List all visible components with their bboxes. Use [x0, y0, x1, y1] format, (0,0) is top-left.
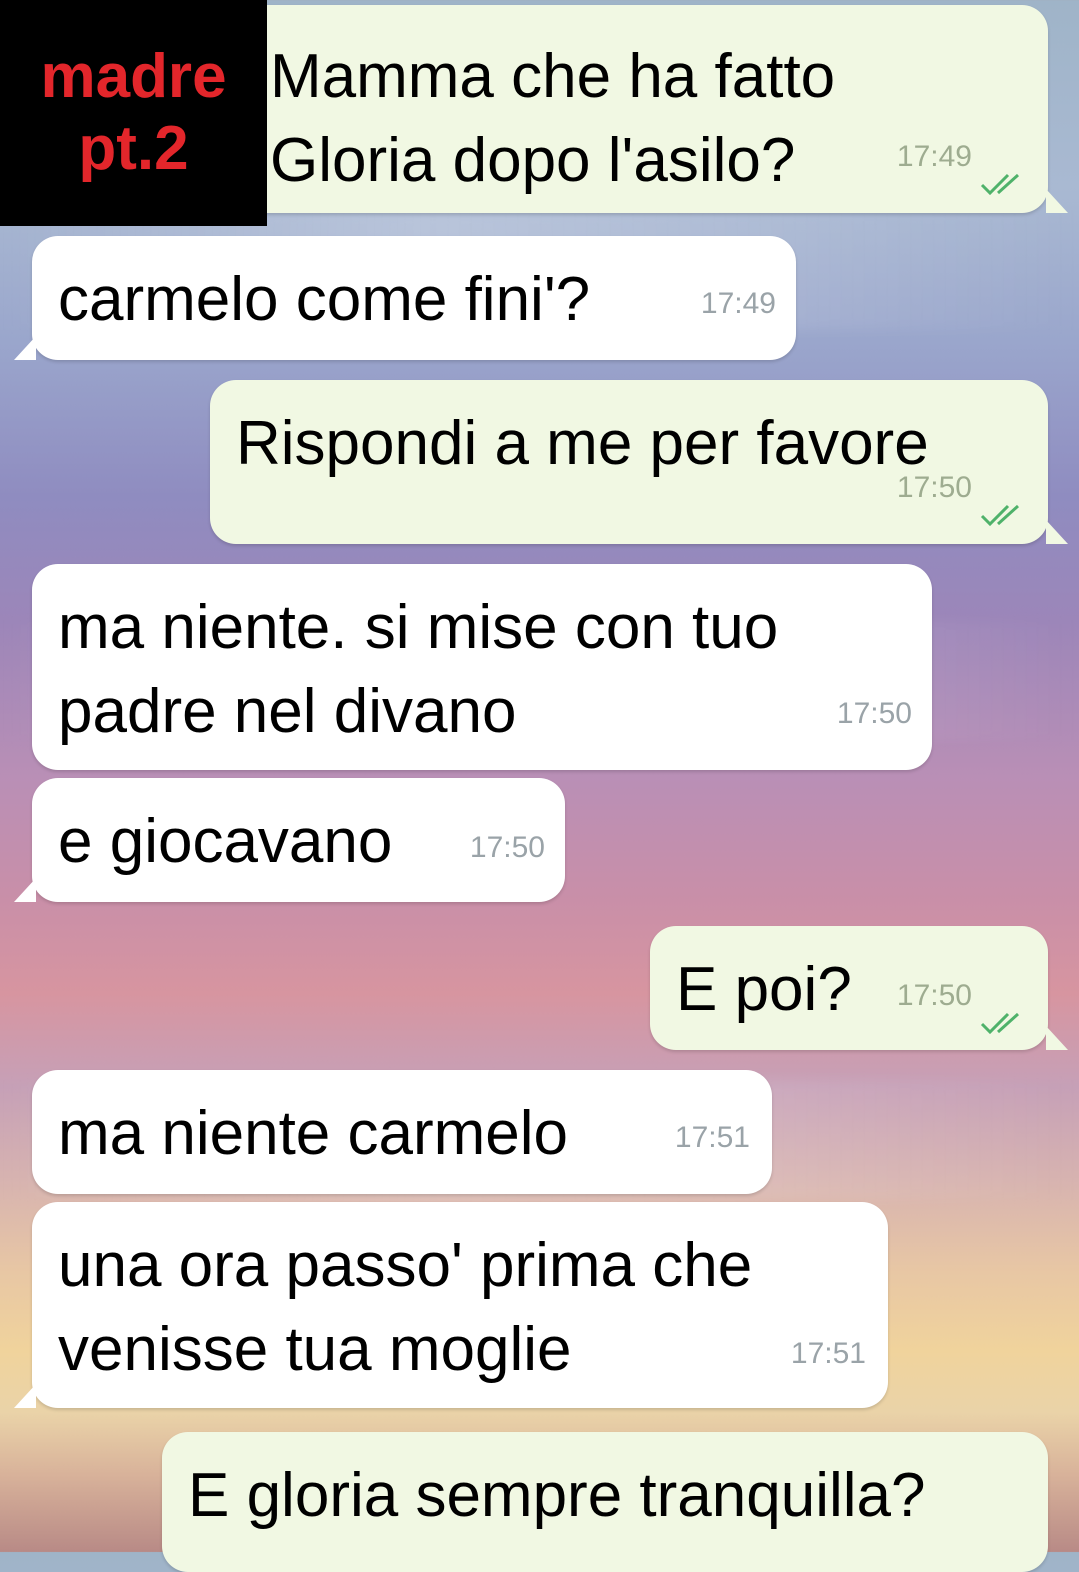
- overlay-label: madre pt.2: [0, 0, 267, 226]
- bubble-tail: [14, 1384, 36, 1408]
- overlay-label-line2: pt.2: [78, 114, 189, 183]
- message-text: ma niente carmelo: [58, 1099, 569, 1168]
- message-bubble-incoming[interactable]: e giocavano 17:50: [32, 778, 565, 902]
- message-text: E gloria sempre tranquilla?: [188, 1461, 926, 1530]
- bubble-tail: [1046, 189, 1068, 213]
- message-bubble-outgoing[interactable]: Mamma che ha fatto Gloria dopo l'asilo? …: [240, 5, 1048, 213]
- message-bubble-outgoing[interactable]: E poi? 17:50: [650, 926, 1048, 1050]
- message-timestamp: 17:51: [674, 1121, 750, 1154]
- bubble-tail: [1046, 520, 1068, 544]
- message-text: ma niente. si mise con tuo padre nel div…: [58, 593, 779, 746]
- message-bubble-outgoing[interactable]: Rispondi a me per favore 17:50: [210, 380, 1048, 544]
- bubble-tail: [14, 336, 36, 360]
- message-text: una ora passo' prima che venisse tua mog…: [58, 1231, 753, 1384]
- message-text: e giocavano: [58, 807, 393, 876]
- message-timestamp: 17:49: [700, 287, 776, 320]
- bubble-tail: [14, 878, 36, 902]
- overlay-label-line1: madre: [40, 42, 227, 111]
- message-timestamp: 17:49: [896, 140, 972, 173]
- message-text: carmelo come fini'?: [58, 265, 591, 334]
- message-timestamp: 17:50: [896, 979, 972, 1012]
- message-timestamp: 17:50: [469, 831, 545, 864]
- message-bubble-incoming[interactable]: ma niente. si mise con tuo padre nel div…: [32, 564, 932, 770]
- bubble-tail: [1046, 1026, 1068, 1050]
- message-timestamp: 17:50: [896, 471, 972, 504]
- message-timestamp: 17:51: [790, 1337, 866, 1370]
- read-receipt-icon: [980, 173, 1020, 196]
- message-timestamp: 17:50: [836, 697, 912, 730]
- message-bubble-incoming[interactable]: carmelo come fini'? 17:49: [32, 236, 796, 360]
- message-bubble-incoming[interactable]: ma niente carmelo 17:51: [32, 1070, 772, 1194]
- read-receipt-icon: [980, 504, 1020, 527]
- read-receipt-icon: [980, 1012, 1020, 1035]
- message-bubble-outgoing[interactable]: E gloria sempre tranquilla?: [162, 1432, 1048, 1572]
- message-bubble-incoming[interactable]: una ora passo' prima che venisse tua mog…: [32, 1202, 888, 1408]
